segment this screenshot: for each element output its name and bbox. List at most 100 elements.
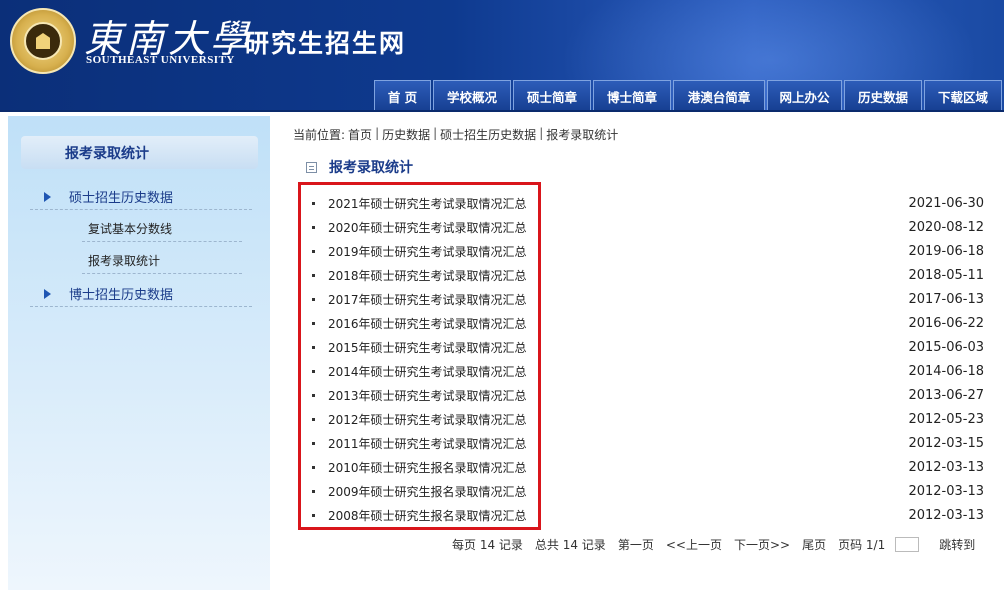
nav-historical-data[interactable]: 历史数据	[844, 80, 922, 111]
bullet-icon	[312, 393, 315, 397]
university-english-name: SOUTHEAST UNIVERSITY	[86, 54, 235, 66]
pager-page-indicator: 页码 1/1	[838, 538, 886, 552]
breadcrumb-historical-data[interactable]: 历史数据	[382, 126, 430, 143]
nav-home[interactable]: 首 页	[374, 80, 431, 111]
sidebar-subitem-admission-stats[interactable]: 报考录取统计	[82, 248, 242, 274]
document-icon	[306, 161, 317, 173]
pager-last-page[interactable]: 尾页	[802, 536, 826, 553]
list-item[interactable]: 2011年硕士研究生考试录取情况汇总 2012-03-15	[312, 431, 984, 455]
breadcrumb-home[interactable]: 首页	[348, 126, 372, 143]
page-jump-input[interactable]	[895, 537, 920, 552]
breadcrumb-master-history[interactable]: 硕士招生历史数据	[440, 126, 536, 143]
article-date: 2015-06-03	[908, 339, 984, 355]
bullet-icon	[312, 369, 315, 373]
bullet-icon	[312, 297, 315, 301]
bullet-icon	[312, 345, 315, 349]
sidebar-item-master-history[interactable]: 硕士招生历史数据	[30, 184, 252, 210]
sidebar-title: 报考录取统计	[21, 136, 258, 169]
site-title: 研究生招生网	[244, 29, 407, 58]
nav-doctoral-brochure[interactable]: 博士简章	[593, 80, 671, 111]
pager-first-page[interactable]: 第一页	[618, 536, 654, 553]
list-item[interactable]: 2019年硕士研究生考试录取情况汇总 2019-06-18	[312, 239, 984, 263]
article-title[interactable]: 2019年硕士研究生考试录取情况汇总	[328, 243, 527, 260]
breadcrumb-current: 报考录取统计	[546, 128, 619, 142]
article-title[interactable]: 2017年硕士研究生考试录取情况汇总	[328, 291, 527, 308]
article-date: 2013-06-27	[908, 387, 984, 403]
list-item[interactable]: 2018年硕士研究生考试录取情况汇总 2018-05-11	[312, 263, 984, 287]
article-list: 2021年硕士研究生考试录取情况汇总 2021-06-30 2020年硕士研究生考…	[312, 191, 984, 527]
article-date: 2017-06-13	[908, 291, 984, 307]
pagination: 每页 14 记录 总共 14 记录 第一页 <<上一页 下一页>> 尾页 页码 …	[452, 536, 987, 553]
article-date: 2012-05-23	[908, 411, 984, 427]
list-item[interactable]: 2013年硕士研究生考试录取情况汇总 2013-06-27	[312, 383, 984, 407]
bullet-icon	[312, 513, 315, 517]
bullet-icon	[312, 273, 315, 277]
list-item[interactable]: 2015年硕士研究生考试录取情况汇总 2015-06-03	[312, 335, 984, 359]
article-date: 2012-03-13	[908, 459, 984, 475]
article-date: 2020-08-12	[908, 219, 984, 235]
bullet-icon	[312, 465, 315, 469]
bullet-icon	[312, 489, 315, 493]
university-seal-logo[interactable]	[10, 8, 76, 74]
article-date: 2021-06-30	[908, 195, 984, 211]
article-title[interactable]: 2014年硕士研究生考试录取情况汇总	[328, 363, 527, 380]
article-title[interactable]: 2018年硕士研究生考试录取情况汇总	[328, 267, 527, 284]
article-title[interactable]: 2011年硕士研究生考试录取情况汇总	[328, 435, 527, 452]
bullet-icon	[312, 321, 315, 325]
breadcrumb-prefix: 当前位置:	[293, 128, 346, 142]
list-item[interactable]: 2008年硕士研究生报名录取情况汇总 2012-03-13	[312, 503, 984, 527]
nav-online-office[interactable]: 网上办公	[767, 80, 842, 111]
breadcrumb-separator: |	[539, 126, 544, 140]
list-item[interactable]: 2020年硕士研究生考试录取情况汇总 2020-08-12	[312, 215, 984, 239]
list-item[interactable]: 2012年硕士研究生考试录取情况汇总 2012-05-23	[312, 407, 984, 431]
article-title[interactable]: 2020年硕士研究生考试录取情况汇总	[328, 219, 527, 236]
bullet-icon	[312, 225, 315, 229]
pager-prev-page[interactable]: <<上一页	[666, 536, 722, 553]
article-date: 2018-05-11	[908, 267, 984, 283]
list-item[interactable]: 2017年硕士研究生考试录取情况汇总 2017-06-13	[312, 287, 984, 311]
pager-next-page[interactable]: 下一页>>	[734, 536, 790, 553]
nav-hk-macau-taiwan-brochure[interactable]: 港澳台简章	[673, 80, 765, 111]
bullet-icon	[312, 201, 315, 205]
bullet-icon	[312, 249, 315, 253]
article-title[interactable]: 2008年硕士研究生报名录取情况汇总	[328, 507, 527, 524]
breadcrumb-separator: |	[375, 126, 380, 140]
section-title: 报考录取统计	[329, 160, 413, 176]
pager-per-page: 每页 14 记录	[452, 538, 523, 552]
main-nav: 首 页 学校概况 硕士简章 博士简章 港澳台简章 网上办公 历史数据 下载区域	[374, 80, 1002, 111]
list-item[interactable]: 2016年硕士研究生考试录取情况汇总 2016-06-22	[312, 311, 984, 335]
article-date: 2016-06-22	[908, 315, 984, 331]
bullet-icon	[312, 417, 315, 421]
arrow-right-icon	[44, 191, 51, 202]
arrow-right-icon	[44, 288, 51, 299]
article-title[interactable]: 2015年硕士研究生考试录取情况汇总	[328, 339, 527, 356]
nav-divider	[0, 110, 1004, 112]
article-title[interactable]: 2009年硕士研究生报名录取情况汇总	[328, 483, 527, 500]
article-date: 2012-03-13	[908, 507, 984, 523]
list-item[interactable]: 2010年硕士研究生报名录取情况汇总 2012-03-13	[312, 455, 984, 479]
nav-download-area[interactable]: 下载区域	[924, 80, 1002, 111]
list-item[interactable]: 2014年硕士研究生考试录取情况汇总 2014-06-18	[312, 359, 984, 383]
bullet-icon	[312, 441, 315, 445]
article-title[interactable]: 2016年硕士研究生考试录取情况汇总	[328, 315, 527, 332]
sidebar-subitem-retest-score-line[interactable]: 复试基本分数线	[82, 216, 242, 242]
section-header: 报考录取统计	[306, 157, 413, 177]
list-item[interactable]: 2009年硕士研究生报名录取情况汇总 2012-03-13	[312, 479, 984, 503]
sidebar-item-doctoral-history[interactable]: 博士招生历史数据	[30, 281, 252, 307]
sidebar: 报考录取统计 硕士招生历史数据 复试基本分数线 报考录取统计 博士招生历史数据	[8, 116, 270, 590]
article-title[interactable]: 2013年硕士研究生考试录取情况汇总	[328, 387, 527, 404]
breadcrumb-separator: |	[433, 126, 438, 140]
article-date: 2014-06-18	[908, 363, 984, 379]
nav-master-brochure[interactable]: 硕士简章	[513, 80, 591, 111]
article-date: 2019-06-18	[908, 243, 984, 259]
nav-school-overview[interactable]: 学校概况	[433, 80, 511, 111]
sidebar-item-label: 硕士招生历史数据	[69, 191, 174, 206]
list-item[interactable]: 2021年硕士研究生考试录取情况汇总 2021-06-30	[312, 191, 984, 215]
sidebar-item-label: 博士招生历史数据	[69, 288, 174, 303]
article-title[interactable]: 2021年硕士研究生考试录取情况汇总	[328, 195, 527, 212]
article-title[interactable]: 2010年硕士研究生报名录取情况汇总	[328, 459, 527, 476]
article-date: 2012-03-15	[908, 435, 984, 451]
breadcrumb: 当前位置: 首页 | 历史数据 | 硕士招生历史数据 | 报考录取统计	[293, 126, 618, 143]
article-title[interactable]: 2012年硕士研究生考试录取情况汇总	[328, 411, 527, 428]
pager-jump-button[interactable]: 跳转到	[939, 536, 975, 553]
